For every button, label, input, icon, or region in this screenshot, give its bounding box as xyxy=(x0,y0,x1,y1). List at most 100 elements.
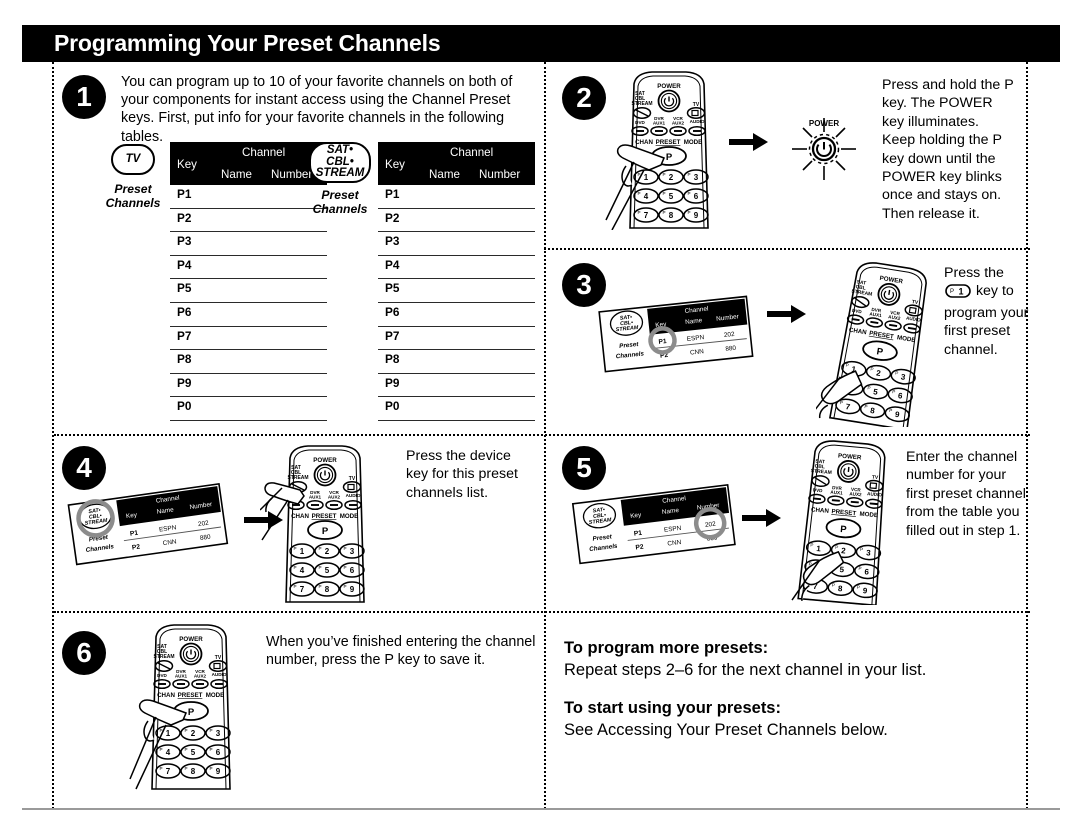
svg-text:P: P xyxy=(184,766,187,771)
remote-illustration-step5: POWER SAT CBL STREAM TV DVD DVR AUX1 VCR… xyxy=(779,440,904,605)
step-3-text: Press the P 1 key to program your first … xyxy=(944,264,1029,359)
table-row[interactable]: P8 xyxy=(378,350,535,374)
svg-text:P: P xyxy=(858,566,862,571)
svg-text:P: P xyxy=(835,545,839,550)
svg-text:2: 2 xyxy=(191,729,196,738)
svg-text:P: P xyxy=(209,747,212,752)
svg-text:8: 8 xyxy=(838,584,844,593)
svg-text:3: 3 xyxy=(866,548,872,557)
table-row[interactable]: P9 xyxy=(170,374,327,398)
tv-col-channel: Channel xyxy=(242,146,286,159)
row-key: P5 xyxy=(177,281,192,296)
step-2-number: 2 xyxy=(576,82,592,113)
row-key: P7 xyxy=(177,328,192,343)
svg-text:P: P xyxy=(857,585,861,590)
step-1-number: 1 xyxy=(76,81,92,112)
svg-text:P: P xyxy=(870,366,874,371)
table-row[interactable]: P8 xyxy=(170,350,327,374)
row-key: P1 xyxy=(385,187,400,201)
mini-table-card-step3: Channel Key Name Number SAT• CBL• STREAM… xyxy=(596,292,756,383)
svg-text:P: P xyxy=(318,546,321,551)
row-key: P1 xyxy=(177,187,192,201)
svg-text:8: 8 xyxy=(870,406,876,416)
step-1-panel: 1 You can program up to 10 of your favor… xyxy=(54,62,544,434)
svg-text:8: 8 xyxy=(669,211,674,220)
svg-text:MODE: MODE xyxy=(859,511,878,520)
table-row[interactable]: P3 xyxy=(170,232,327,256)
note-heading-program-more: To program more presets: xyxy=(564,639,769,657)
svg-text:4: 4 xyxy=(300,566,305,575)
table-row[interactable]: P2 xyxy=(170,209,327,233)
svg-text:8: 8 xyxy=(191,767,196,776)
table-row[interactable]: P9 xyxy=(378,374,535,398)
svg-text:AUDIO: AUDIO xyxy=(867,491,883,497)
svg-text:P: P xyxy=(318,584,321,589)
svg-text:3: 3 xyxy=(900,372,906,382)
arrow-right-icon-step2 xyxy=(729,132,769,157)
remote-illustration-step4: POWER SAT CBL STREAM TV DVD DVR AUX1 VCR… xyxy=(260,444,385,604)
table-row[interactable]: P3 xyxy=(378,232,535,256)
table-row[interactable]: P5 xyxy=(170,279,327,303)
table-row[interactable]: P0 xyxy=(170,397,327,421)
row-key: P0 xyxy=(177,399,192,414)
svg-text:CHAN: CHAN xyxy=(811,506,830,515)
svg-text:P: P xyxy=(293,565,296,570)
svg-text:P: P xyxy=(159,766,162,771)
svg-text:6: 6 xyxy=(216,748,221,757)
table-row[interactable]: P2 xyxy=(378,209,535,233)
remote-illustration-step2: POWER SAT CBL STREAM TV DVD DVR AUX1 VCR… xyxy=(604,70,724,230)
table-row[interactable]: P4 xyxy=(378,256,535,280)
table-row[interactable]: P1 xyxy=(378,185,535,209)
svg-text:DVD: DVD xyxy=(157,673,167,678)
step-6-panel: 6 POWER SAT CBL STREAM TV DVD DVR AUX1 V… xyxy=(54,611,544,809)
row-key: P3 xyxy=(385,234,400,249)
svg-text:P: P xyxy=(343,584,346,589)
svg-text:AUX1: AUX1 xyxy=(653,121,666,126)
table-row[interactable]: P7 xyxy=(378,327,535,351)
svg-text:2: 2 xyxy=(876,368,882,378)
svg-text:STREAM: STREAM xyxy=(631,101,652,107)
row-key: P8 xyxy=(385,352,400,367)
svg-text:POWER: POWER xyxy=(179,636,203,643)
row-key: P4 xyxy=(385,257,400,272)
svg-text:AUDIO: AUDIO xyxy=(906,315,922,322)
table-row[interactable]: P6 xyxy=(378,303,535,327)
svg-text:P1: P1 xyxy=(658,338,667,346)
sat-preset-caption-l1: Preset xyxy=(321,188,359,202)
svg-text:AUX1: AUX1 xyxy=(830,490,843,496)
svg-text:7: 7 xyxy=(166,767,171,776)
step-2-panel: 2 POWER SAT CBL STREAM TV DVD DVR AUX1 V… xyxy=(544,62,1030,248)
svg-text:POWER: POWER xyxy=(657,83,681,90)
svg-text:MODE: MODE xyxy=(340,513,359,520)
table-row[interactable]: P4 xyxy=(170,256,327,280)
svg-text:7: 7 xyxy=(644,211,649,220)
svg-text:AUX2: AUX2 xyxy=(888,314,901,321)
svg-text:P: P xyxy=(687,191,690,196)
mini-table-card-step4: Channel Key Name Number SAT• CBL• STREAM… xyxy=(64,478,234,578)
step-6-text: When you’ve finished entering the channe… xyxy=(266,634,536,669)
table-row[interactable]: P1 xyxy=(170,185,327,209)
table-row[interactable]: P6 xyxy=(170,303,327,327)
svg-text:P: P xyxy=(832,582,836,587)
svg-text:P: P xyxy=(184,747,187,752)
svg-text:AUDIO: AUDIO xyxy=(212,672,227,677)
row-key: P7 xyxy=(385,328,400,343)
table-row[interactable]: P5 xyxy=(378,279,535,303)
table-row[interactable]: P0 xyxy=(378,397,535,421)
svg-text:P: P xyxy=(343,546,346,551)
svg-text:AUDIO: AUDIO xyxy=(690,119,705,124)
row-key: P9 xyxy=(385,375,400,390)
svg-text:2: 2 xyxy=(841,546,847,555)
svg-text:P: P xyxy=(637,191,640,196)
mini-table-card-step5: Channel Key Name Number SAT• CBL• STREAM… xyxy=(568,478,743,578)
svg-text:2: 2 xyxy=(325,547,330,556)
svg-text:3: 3 xyxy=(216,729,221,738)
svg-text:P: P xyxy=(845,363,849,368)
svg-text:P: P xyxy=(810,542,814,547)
table-row[interactable]: P7 xyxy=(170,327,327,351)
row-key: P2 xyxy=(385,210,400,225)
sat-col-number: Number xyxy=(479,168,521,181)
svg-text:6: 6 xyxy=(694,192,699,201)
svg-text:P: P xyxy=(318,565,321,570)
bottom-rule xyxy=(22,808,1060,810)
